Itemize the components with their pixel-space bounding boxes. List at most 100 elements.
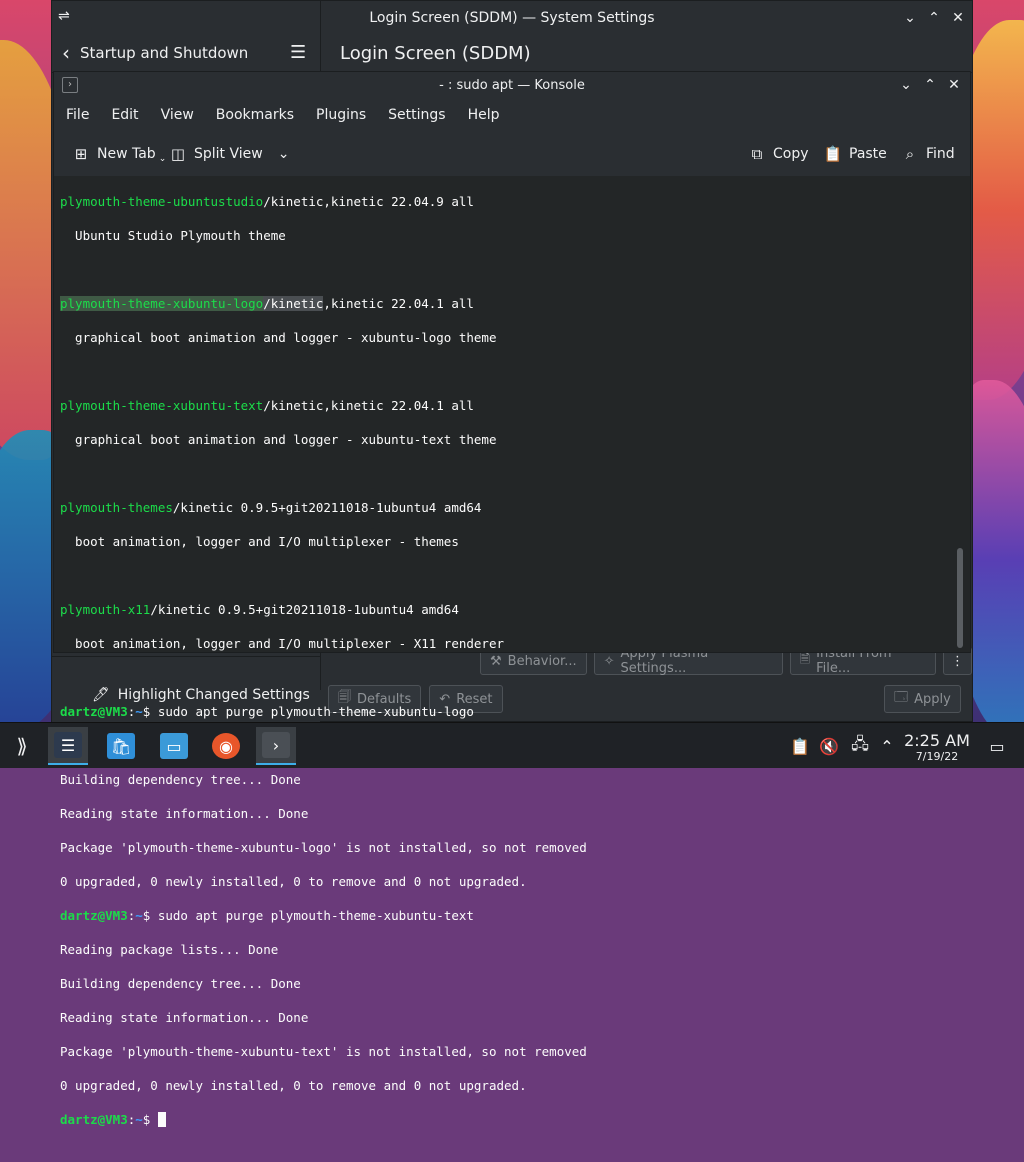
split-view-label: Split View: [194, 146, 263, 162]
new-tab-label: New Tab: [97, 146, 156, 162]
terminal-area[interactable]: plymouth-theme-ubuntustudio/kinetic,kine…: [54, 176, 970, 1127]
taskbar-konsole[interactable]: ›: [256, 727, 296, 765]
konsole-toolbar: ⊞ New Tab ⌄ ◫ Split View ⌄ ⧉ Copy 📋 Past…: [54, 132, 970, 177]
terminal-line: Package 'plymouth-theme-xubuntu-logo' is…: [60, 840, 587, 855]
taskbar: ⟫ ☰ 🛍 ▭ ◉ › 📋 🔇 🖧 ⌃ 2:25 AM 7/19/22 ▭: [0, 722, 1024, 768]
new-tab-button[interactable]: ⊞ New Tab ⌄: [72, 132, 167, 176]
find-button[interactable]: ⌕ Find: [901, 132, 955, 176]
terminal-line: plymouth-x11/kinetic 0.9.5+git20211018-1…: [60, 601, 950, 618]
copy-label: Copy: [773, 146, 809, 162]
konsole-menubar: File Edit View Bookmarks Plugins Setting…: [54, 98, 970, 132]
package-info: /kinetic 0.9.5+git20211018-1ubuntu4 amd6…: [172, 500, 482, 515]
settings-titlebar[interactable]: ⇌ Login Screen (SDDM) — System Settings …: [52, 1, 972, 34]
command: sudo apt purge plymouth-theme-xubuntu-te…: [157, 908, 474, 923]
konsole-titlebar[interactable]: › - : sudo apt — Konsole ⌄ ⌃ ✕: [54, 72, 970, 98]
chevron-left-icon: ‹: [62, 41, 70, 65]
split-view-icon: ◫: [170, 145, 186, 163]
application-launcher[interactable]: ⟫: [2, 727, 42, 765]
paste-button[interactable]: 📋 Paste: [824, 132, 887, 176]
settings-app-icon[interactable]: ⇌: [58, 8, 74, 24]
package-name: plymouth-x11: [60, 602, 151, 617]
volume-muted-icon[interactable]: 🔇: [818, 723, 840, 769]
menu-view[interactable]: View: [161, 107, 194, 123]
maximize-icon[interactable]: ⌃: [926, 10, 942, 26]
hamburger-menu-icon[interactable]: ☰: [290, 44, 306, 62]
settings-window-title: Login Screen (SDDM) — System Settings: [369, 9, 655, 26]
taskbar-firefox[interactable]: ◉: [206, 727, 246, 765]
prompt-symbol: $: [142, 704, 158, 719]
package-name: plymouth-themes: [60, 500, 173, 515]
taskbar-dolphin[interactable]: ▭: [154, 727, 194, 765]
terminal-line: 0 upgraded, 0 newly installed, 0 to remo…: [60, 874, 527, 889]
paste-icon: 📋: [823, 145, 843, 163]
menu-help[interactable]: Help: [468, 107, 500, 123]
digital-clock[interactable]: 2:25 AM 7/19/22: [900, 731, 974, 764]
prompt-path: ~: [135, 1112, 143, 1127]
package-info: /kinetic,kinetic 22.04.9 all: [263, 194, 474, 209]
clipboard-icon[interactable]: 📋: [790, 723, 810, 769]
taskbar-discover[interactable]: 🛍: [101, 727, 141, 765]
store-icon: 🛍: [107, 733, 135, 759]
konsole-app-icon[interactable]: ›: [62, 77, 78, 93]
back-label: Startup and Shutdown: [80, 44, 249, 62]
prompt-user: dartz@VM3: [60, 908, 128, 923]
terminal-scrollbar[interactable]: [957, 548, 963, 648]
prompt-sep: :: [127, 1112, 136, 1127]
menu-file[interactable]: File: [66, 107, 89, 123]
terminal-output: plymouth-theme-ubuntustudio/kinetic,kine…: [60, 176, 950, 1162]
command: sudo apt purge plymouth-theme-xubuntu-lo…: [157, 704, 474, 719]
settings-header: ‹ Startup and Shutdown ☰ Login Screen (S…: [52, 34, 972, 73]
konsole-window: › - : sudo apt — Konsole ⌄ ⌃ ✕ File Edit…: [53, 71, 971, 1127]
prompt-user: dartz@VM3: [60, 1112, 128, 1127]
menu-settings[interactable]: Settings: [388, 107, 445, 123]
copy-icon: ⧉: [751, 145, 763, 163]
chevron-down-icon[interactable]: ⌄: [278, 146, 290, 162]
terminal-line: Building dependency tree... Done: [60, 976, 301, 991]
terminal-line: dartz@VM3:~$ sudo apt purge plymouth-the…: [60, 907, 950, 924]
minimize-icon[interactable]: ⌄: [902, 10, 918, 26]
firefox-icon: ◉: [212, 733, 240, 759]
terminal-line: plymouth-theme-xubuntu-logo/kinetic,kine…: [60, 295, 950, 312]
chevron-up-icon[interactable]: ⌃: [878, 723, 896, 769]
close-icon[interactable]: ✕: [946, 77, 962, 93]
terminal-line: graphical boot animation and logger - xu…: [60, 330, 497, 345]
terminal-icon: ›: [262, 732, 290, 758]
terminal-line: dartz@VM3:~$ sudo apt purge plymouth-the…: [60, 703, 950, 720]
prompt-path: ~: [135, 908, 143, 923]
settings-window-buttons: ⌄ ⌃ ✕: [902, 1, 966, 34]
split-view-button[interactable]: ◫ Split View ⌄: [169, 132, 290, 176]
menu-edit[interactable]: Edit: [111, 107, 138, 123]
menu-bookmarks[interactable]: Bookmarks: [216, 107, 294, 123]
overflow-menu-icon: ⋮: [950, 653, 964, 669]
taskbar-system-settings[interactable]: ☰: [48, 727, 88, 765]
back-button[interactable]: ‹ Startup and Shutdown: [62, 34, 248, 72]
terminal-line: boot animation, logger and I/O multiplex…: [60, 636, 505, 651]
folder-icon: ▭: [160, 733, 188, 759]
clock-time: 2:25 AM: [904, 731, 970, 750]
close-icon[interactable]: ✕: [950, 10, 966, 26]
package-info: /kinetic 0.9.5+git20211018-1ubuntu4 amd6…: [150, 602, 459, 617]
terminal-line: plymouth-theme-xubuntu-text/kinetic,kine…: [60, 397, 950, 414]
search-icon: ⌕: [905, 145, 915, 163]
terminal-line: 0 upgraded, 0 newly installed, 0 to remo…: [60, 1078, 527, 1093]
terminal-line: Building dependency tree... Done: [60, 772, 301, 787]
maximize-icon[interactable]: ⌃: [922, 77, 938, 93]
page-title: Login Screen (SDDM): [340, 42, 531, 64]
paste-label: Paste: [849, 146, 887, 162]
menu-plugins[interactable]: Plugins: [316, 107, 366, 123]
show-desktop-icon[interactable]: ▭: [986, 723, 1008, 769]
launcher-icon: ⟫: [16, 734, 28, 758]
terminal-line: Reading state information... Done: [60, 1010, 309, 1025]
copy-button[interactable]: ⧉ Copy: [748, 132, 809, 176]
terminal-line: dartz@VM3:~$: [60, 1111, 950, 1128]
minimize-icon[interactable]: ⌄: [898, 77, 914, 93]
package-name: plymouth-theme-xubuntu-logo: [60, 296, 264, 311]
network-icon[interactable]: 🖧: [849, 723, 871, 769]
terminal-line: Reading state information... Done: [60, 806, 309, 821]
konsole-window-buttons: ⌄ ⌃ ✕: [898, 72, 962, 98]
